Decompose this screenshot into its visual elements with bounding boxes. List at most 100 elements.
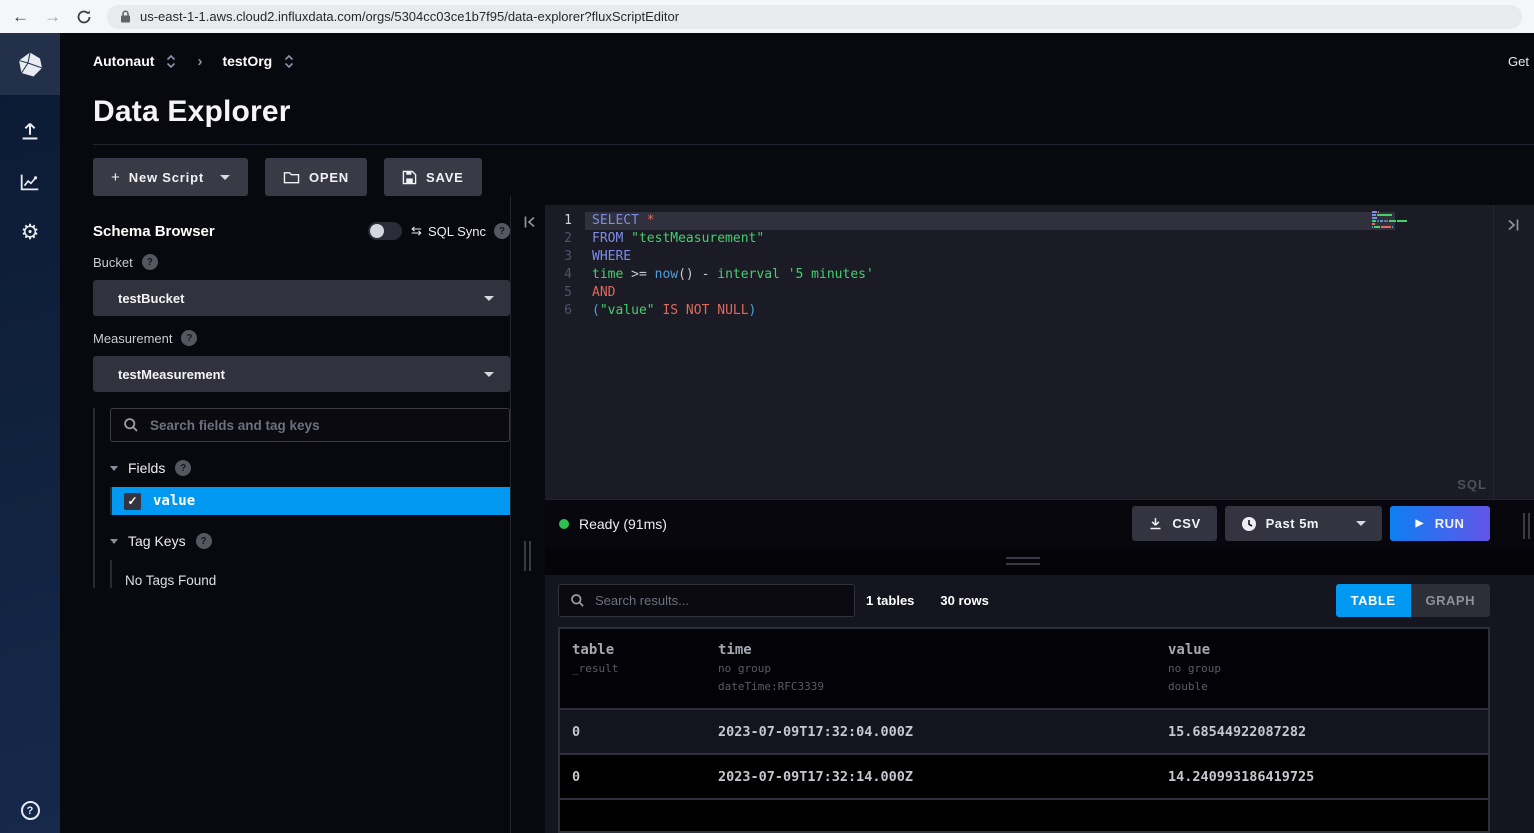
measurement-dropdown[interactable]: testMeasurement xyxy=(93,356,510,392)
code-line[interactable]: 6("value" IS NOT NULL) xyxy=(545,302,1534,320)
panel-divider xyxy=(510,196,545,833)
query-statusbar: Ready (91ms) CSV xyxy=(545,500,1534,547)
schema-browser: Schema Browser ⇆ SQL Sync ? Bucket ? tes xyxy=(93,196,510,833)
collapse-schema-icon[interactable] xyxy=(523,214,536,230)
left-nav: ⚙ ? xyxy=(0,33,60,833)
grid-column-header: table_result xyxy=(572,642,718,694)
fields-label: Fields xyxy=(128,460,165,476)
nav-data-explorer[interactable] xyxy=(17,169,43,195)
sql-editor[interactable]: 1SELECT *2FROM "testMeasurement"3WHERE4t… xyxy=(545,205,1534,500)
results-search-input[interactable] xyxy=(595,593,843,608)
grid-column-header: valueno groupdouble xyxy=(1168,642,1488,694)
view-toggle: TABLE GRAPH xyxy=(1336,584,1490,617)
status-text: Ready (91ms) xyxy=(579,516,667,532)
nav-home[interactable] xyxy=(0,33,60,95)
run-button[interactable]: ▶ RUN xyxy=(1390,506,1490,541)
results-search[interactable] xyxy=(558,584,855,617)
editor-minimap[interactable] xyxy=(1372,211,1398,229)
download-icon xyxy=(1148,516,1163,531)
forward-icon[interactable]: → xyxy=(44,8,61,25)
run-label: RUN xyxy=(1435,516,1465,531)
plus-icon: + xyxy=(111,169,120,186)
fields-search-input[interactable] xyxy=(150,418,497,433)
measurement-label-row: Measurement ? xyxy=(93,330,510,346)
save-label: SAVE xyxy=(426,170,464,185)
code-line[interactable]: 2FROM "testMeasurement" xyxy=(545,230,1534,248)
open-button[interactable]: OPEN xyxy=(265,158,367,196)
code-line[interactable]: 5AND xyxy=(545,284,1534,302)
nav-settings[interactable]: ⚙ xyxy=(17,219,43,245)
page-title: Data Explorer xyxy=(93,95,1534,129)
csv-download-button[interactable]: CSV xyxy=(1132,506,1216,541)
csv-label: CSV xyxy=(1172,516,1200,531)
upload-icon xyxy=(18,120,42,144)
grid-body: 02023-07-09T17:32:04.000Z15.685449220872… xyxy=(560,708,1488,798)
grid-column-header: timeno groupdateTime:RFC3339 xyxy=(718,642,1168,694)
toggle-knob xyxy=(370,224,384,238)
influxdb-logo-icon xyxy=(17,51,44,78)
breadcrumb-org[interactable]: Autonaut xyxy=(93,53,154,69)
search-icon xyxy=(123,417,139,433)
sql-sync-label: ⇆ SQL Sync xyxy=(411,223,486,239)
field-item-label: value xyxy=(153,493,195,509)
collapse-caret-icon xyxy=(110,539,118,544)
new-script-button[interactable]: + New Script xyxy=(93,158,248,196)
tag-keys-group-row[interactable]: Tag Keys ? xyxy=(110,533,510,549)
bucket-label-row: Bucket ? xyxy=(93,254,510,270)
url-bar[interactable]: us-east-1-1.aws.cloud2.influxdata.com/or… xyxy=(107,5,1522,29)
get-started-link[interactable]: Get xyxy=(1508,54,1529,69)
table-row[interactable]: 02023-07-09T17:32:14.000Z14.240993186419… xyxy=(560,753,1488,798)
graph-view-button[interactable]: GRAPH xyxy=(1411,584,1490,617)
nav-upload[interactable] xyxy=(17,119,43,145)
table-view-button[interactable]: TABLE xyxy=(1336,584,1411,617)
browser-toolbar: ← → us-east-1-1.aws.cloud2.influxdata.co… xyxy=(0,0,1534,33)
code-line[interactable]: 3WHERE xyxy=(545,248,1534,266)
reload-icon[interactable] xyxy=(76,9,92,25)
results-grid: table_resulttimeno groupdateTime:RFC3339… xyxy=(558,627,1490,833)
script-toolbar: + New Script OPEN SAVE xyxy=(93,158,1534,196)
topbar: Autonaut › testOrg Get xyxy=(93,33,1534,89)
collapse-editor-icon[interactable] xyxy=(1507,217,1520,233)
measurement-help-icon[interactable]: ? xyxy=(181,330,197,346)
collapse-caret-icon xyxy=(110,466,118,471)
bucket-label: Bucket xyxy=(93,255,133,270)
measurement-label: Measurement xyxy=(93,331,172,346)
horizontal-resize-handle[interactable] xyxy=(1006,557,1040,565)
fields-group-row[interactable]: Fields ? xyxy=(110,460,510,476)
sql-sync-toggle[interactable] xyxy=(368,222,402,240)
sync-arrows-icon: ⇆ xyxy=(411,223,422,239)
field-item-value[interactable]: ✓ value xyxy=(112,487,510,515)
vertical-resize-handle[interactable] xyxy=(524,541,531,571)
status-ready-icon xyxy=(559,519,569,529)
table-row[interactable]: 02023-07-09T17:32:04.000Z15.685449220872… xyxy=(560,708,1488,753)
time-range-dropdown[interactable]: Past 5m xyxy=(1225,506,1382,541)
chevron-down-icon xyxy=(484,372,494,377)
folder-icon xyxy=(283,170,300,185)
gear-icon: ⚙ xyxy=(21,222,40,243)
chevron-down-icon xyxy=(484,296,494,301)
sql-sync-help-icon[interactable]: ? xyxy=(494,223,510,239)
save-button[interactable]: SAVE xyxy=(384,158,482,196)
breadcrumb-separator-icon: › xyxy=(197,53,202,70)
line-chart-icon xyxy=(18,170,42,194)
bucket-help-icon[interactable]: ? xyxy=(142,254,158,270)
results-splitter xyxy=(545,547,1534,575)
chevron-down-icon xyxy=(1356,521,1366,526)
tag-keys-help-icon[interactable]: ? xyxy=(196,533,212,549)
fields-search[interactable] xyxy=(110,408,510,442)
back-icon[interactable]: ← xyxy=(12,8,29,25)
statusbar-resize-handle[interactable] xyxy=(1523,513,1530,539)
bucket-dropdown[interactable]: testBucket xyxy=(93,280,510,316)
checkbox-checked-icon[interactable]: ✓ xyxy=(124,493,141,510)
code-line[interactable]: 4time >= now() - interval '5 minutes' xyxy=(545,266,1534,284)
breadcrumb-suborg[interactable]: testOrg xyxy=(222,53,272,69)
fields-help-icon[interactable]: ? xyxy=(175,460,191,476)
content: Schema Browser ⇆ SQL Sync ? Bucket ? tes xyxy=(93,196,1534,833)
org-switch-icon[interactable] xyxy=(165,54,177,69)
suborg-switch-icon[interactable] xyxy=(283,54,295,69)
language-badge: SQL xyxy=(1457,477,1487,492)
help-icon[interactable]: ? xyxy=(21,801,40,820)
schema-browser-title: Schema Browser xyxy=(93,223,215,240)
main: Autonaut › testOrg Get Data Explorer + N… xyxy=(60,33,1534,833)
time-range-label: Past 5m xyxy=(1266,516,1319,531)
